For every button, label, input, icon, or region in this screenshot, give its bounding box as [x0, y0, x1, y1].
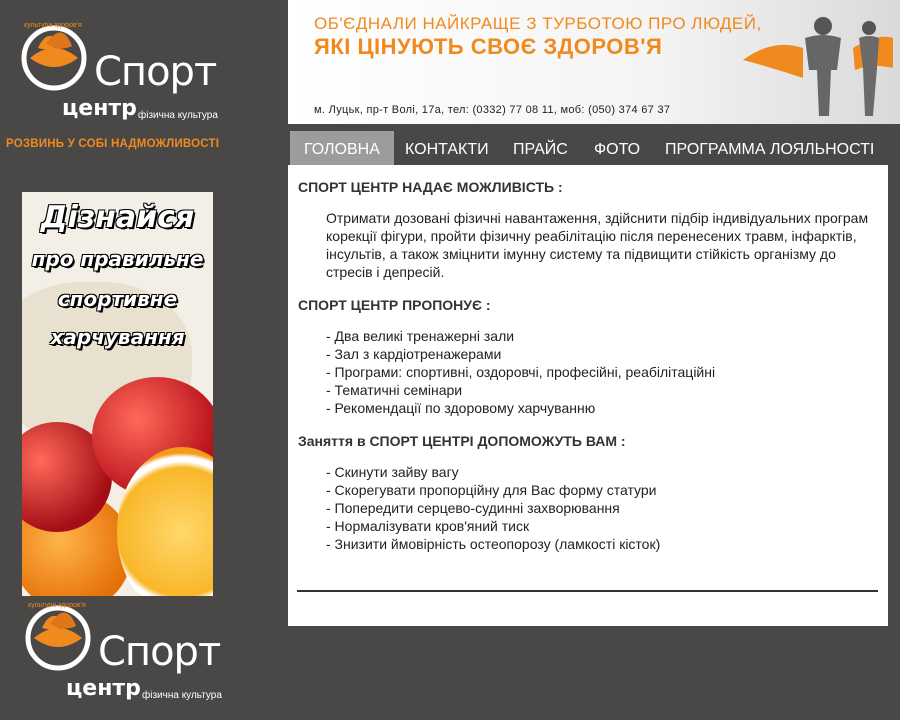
nutrition-ad-banner[interactable]: Дізнайся про правильне спортивне харчува…: [22, 192, 213, 596]
brand-logo-footer[interactable]: культура здоров'я Спорт центр фізична ку…: [22, 598, 252, 708]
section-title-benefits: Заняття в СПОРТ ЦЕНТРІ ДОПОМОЖУТЬ ВАМ :: [298, 433, 626, 449]
nav-item-loyalty[interactable]: ПРОГРАММА ЛОЯЛЬНОСТІ: [651, 131, 888, 165]
logo-word-sport: Спорт: [98, 629, 221, 675]
logo-arc-text: культура здоров'я: [24, 22, 82, 29]
contact-address: м. Луцьк, пр-т Волі, 17а, тел: (0332) 77…: [314, 104, 671, 116]
list-item: - Програми: спортивні, оздоровчі, профес…: [326, 364, 716, 380]
ad-line-1: Дізнайся: [40, 200, 195, 235]
headline-line-2: ЯКІ ЦІНУЮТЬ СВОЄ ЗДОРОВ'Я: [314, 34, 663, 59]
logo-word-sub: фізична культура: [142, 690, 222, 701]
leaf-emblem-icon: [21, 25, 87, 91]
main-nav: ГОЛОВНА КОНТАКТИ ПРАЙС ФОТО ПРОГРАММА ЛО…: [288, 124, 900, 165]
list-item: - Попередити серцево-судинні захворюванн…: [326, 500, 620, 516]
header-banner: ОБ'ЄДНАЛИ НАЙКРАЩЕ З ТУРБОТОЮ ПРО ЛЮДЕЙ,…: [288, 0, 900, 124]
nav-item-price[interactable]: ПРАЙС: [499, 131, 582, 165]
slogan: РОЗВИНЬ У СОБІ НАДМОЖЛИВОСТІ: [6, 138, 220, 150]
logo-arc-text: культура здоров'я: [28, 602, 86, 609]
nav-item-home[interactable]: ГОЛОВНА: [290, 131, 394, 165]
leaf-emblem-icon: [25, 605, 91, 671]
benefits-list: - Скинути зайву вагу - Скорегувати пропо…: [326, 463, 878, 553]
brand-logo[interactable]: культура здоров'я Спорт центр фізична ку…: [18, 18, 248, 128]
logo-word-sub: фізична культура: [138, 110, 218, 121]
ad-line-4: харчування: [50, 325, 185, 349]
logo-word-center: центр: [66, 676, 141, 701]
list-item: - Знизити ймовірність остеопорозу (ламко…: [326, 536, 661, 552]
logo-word-center: центр: [62, 96, 137, 121]
list-item: - Тематичні семінари: [326, 382, 463, 398]
list-item: - Два великі тренажерні зали: [326, 328, 515, 344]
section-text-opportunity: Отримати дозовані фізичні навантаження, …: [326, 210, 869, 280]
logo-word-sport: Спорт: [94, 49, 217, 95]
nav-item-contacts[interactable]: КОНТАКТИ: [391, 131, 503, 165]
list-item: - Скинути зайву вагу: [326, 464, 459, 480]
ad-line-2: про правильне: [31, 247, 204, 271]
content-divider: [297, 590, 878, 592]
list-item: - Рекомендації по здоровому харчуванню: [326, 400, 596, 416]
ad-line-3: спортивне: [57, 287, 178, 311]
section-title-opportunity: СПОРТ ЦЕНТР НАДАЄ МОЖЛИВІСТЬ :: [298, 179, 563, 195]
section-title-offers: СПОРТ ЦЕНТР ПРОПОНУЄ :: [298, 297, 491, 313]
list-item: - Нормалізувати кров'яний тиск: [326, 518, 530, 534]
offers-list: - Два великі тренажерні зали - Зал з кар…: [326, 327, 878, 417]
nav-item-photo[interactable]: ФОТО: [580, 131, 654, 165]
main-content: СПОРТ ЦЕНТР НАДАЄ МОЖЛИВІСТЬ : Отримати …: [288, 165, 888, 626]
headline-line-1: ОБ'ЄДНАЛИ НАЙКРАЩЕ З ТУРБОТОЮ ПРО ЛЮДЕЙ,: [314, 14, 762, 33]
list-item: - Скорегувати пропорційну для Вас форму …: [326, 482, 657, 498]
athletes-figure-icon: [743, 17, 893, 116]
list-item: - Зал з кардіотренажерами: [326, 346, 502, 362]
